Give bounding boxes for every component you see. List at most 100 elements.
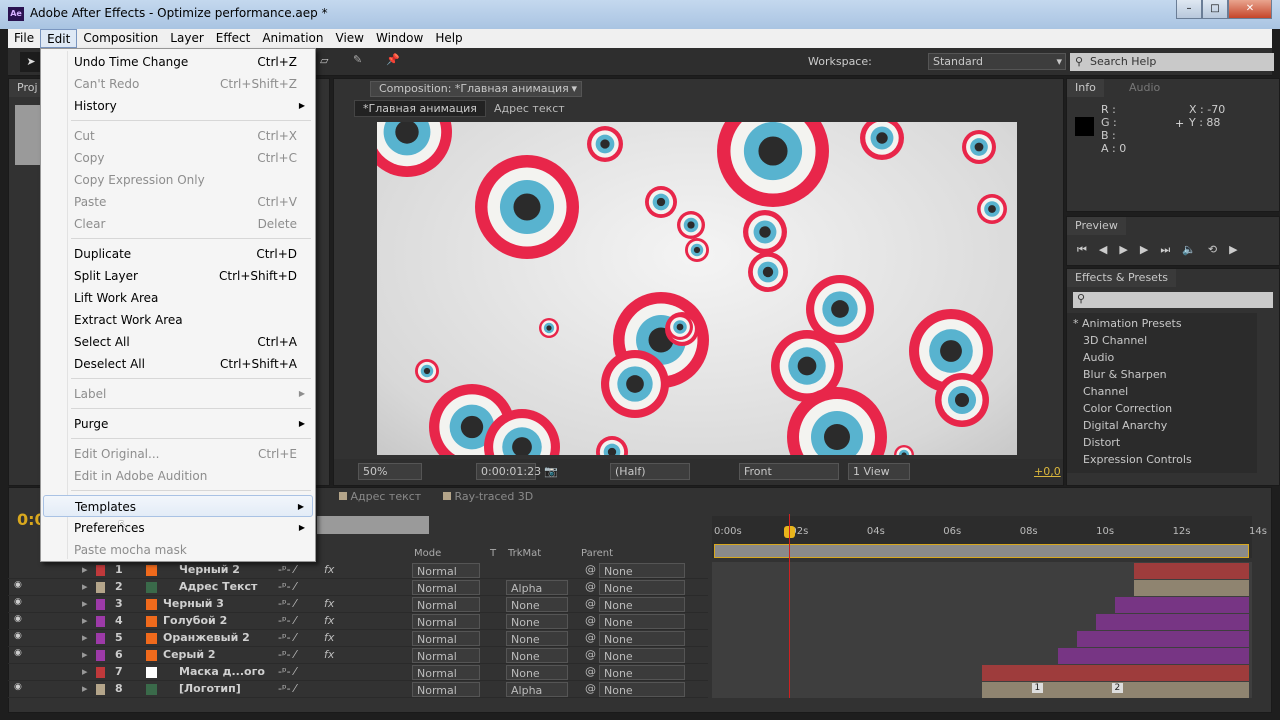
- menu-effect[interactable]: Effect: [210, 29, 257, 48]
- expand-arrow-icon[interactable]: ▸: [82, 648, 88, 661]
- shy-switch-icon[interactable]: -ᵖ- ⁄: [278, 580, 296, 593]
- ram-preview-icon[interactable]: ▶: [1229, 243, 1249, 256]
- effects-category[interactable]: 3D Channel: [1083, 334, 1147, 347]
- menu-item-paste-mocha-mask[interactable]: Paste mocha mask: [43, 539, 313, 561]
- tab-info[interactable]: Info: [1067, 79, 1104, 97]
- view-dropdown[interactable]: Front: [739, 463, 839, 480]
- layer-duration-bar[interactable]: [1096, 614, 1249, 630]
- label-color[interactable]: [96, 667, 105, 678]
- expand-arrow-icon[interactable]: ▸: [82, 563, 88, 576]
- breadcrumb-address[interactable]: Адрес текст: [494, 102, 565, 115]
- mode-dropdown[interactable]: Normal: [412, 614, 480, 629]
- tab-preview[interactable]: Preview: [1067, 217, 1126, 235]
- view-layout-dropdown[interactable]: 1 View: [848, 463, 910, 480]
- trkmat-dropdown[interactable]: None: [506, 631, 568, 646]
- menu-item-purge[interactable]: Purge ▶: [43, 413, 313, 435]
- parent-dropdown[interactable]: None: [599, 665, 685, 680]
- layer-row[interactable]: ◉ ▸ 8 [Логотип] -ᵖ- ⁄ Normal Alpha @ None: [8, 681, 708, 698]
- effects-category[interactable]: Channel: [1083, 385, 1128, 398]
- layer-name[interactable]: Черный 2: [179, 563, 240, 576]
- menu-item-duplicate[interactable]: Duplicate Ctrl+D: [43, 243, 313, 265]
- first-frame-icon[interactable]: ⏮: [1077, 243, 1099, 256]
- label-color[interactable]: [96, 582, 105, 593]
- layer-name[interactable]: Голубой 2: [163, 614, 227, 627]
- shy-switch-icon[interactable]: -ᵖ- ⁄: [278, 682, 296, 695]
- parent-pickwhip-icon[interactable]: @: [585, 648, 596, 661]
- time-ruler[interactable]: 0:00s 02s 04s 06s 08s 10s 12s 14s: [712, 516, 1267, 558]
- visibility-eye-icon[interactable]: ◉: [14, 614, 22, 624]
- current-time-field[interactable]: 0:00:01:23: [476, 463, 541, 480]
- layer-row[interactable]: ▸ 1 Черный 2 -ᵖ- ⁄ fx Normal @ None: [8, 562, 708, 579]
- workspace-dropdown[interactable]: Standard ▾: [928, 53, 1066, 70]
- expand-arrow-icon[interactable]: ▸: [82, 580, 88, 593]
- effects-category[interactable]: * Animation Presets: [1073, 317, 1182, 330]
- trkmat-dropdown[interactable]: None: [506, 614, 568, 629]
- tab-ray-traced-3d[interactable]: Ray-traced 3D: [443, 490, 533, 503]
- menu-item-paste[interactable]: Paste Ctrl+V: [43, 191, 313, 213]
- layer-row[interactable]: ◉ ▸ 6 Серый 2 -ᵖ- ⁄ fx Normal None @ None: [8, 647, 708, 664]
- trkmat-dropdown[interactable]: Alpha: [506, 682, 568, 697]
- label-color[interactable]: [96, 684, 105, 695]
- layer-row[interactable]: ◉ ▸ 2 Адрес Текст -ᵖ- ⁄ Normal Alpha @ None: [8, 579, 708, 596]
- menu-item-can-t-redo[interactable]: Can't Redo Ctrl+Shift+Z: [43, 73, 313, 95]
- layer-duration-bar[interactable]: [1057, 648, 1249, 664]
- layer-duration-bar[interactable]: [1134, 563, 1249, 579]
- eraser-tool-icon[interactable]: ▱: [320, 54, 328, 67]
- label-color[interactable]: [96, 599, 105, 610]
- menu-item-deselect-all[interactable]: Deselect All Ctrl+Shift+A: [43, 353, 313, 375]
- visibility-eye-icon[interactable]: ◉: [14, 682, 22, 692]
- layer-name[interactable]: Маска д...ого: [179, 665, 265, 678]
- effects-category[interactable]: Color Correction: [1083, 402, 1172, 415]
- layer-name[interactable]: Оранжевый 2: [163, 631, 250, 644]
- visibility-eye-icon[interactable]: ◉: [14, 580, 22, 590]
- label-color[interactable]: [96, 633, 105, 644]
- layer-duration-bar[interactable]: [1115, 597, 1249, 613]
- exposure-value[interactable]: +0,0: [1034, 465, 1061, 478]
- expand-arrow-icon[interactable]: ▸: [82, 614, 88, 627]
- parent-dropdown[interactable]: None: [599, 580, 685, 595]
- mode-dropdown[interactable]: Normal: [412, 563, 480, 578]
- label-color[interactable]: [96, 616, 105, 627]
- menu-file[interactable]: File: [8, 29, 40, 48]
- next-frame-icon[interactable]: ▶: [1140, 243, 1160, 256]
- parent-pickwhip-icon[interactable]: @: [585, 665, 596, 678]
- layer-marker[interactable]: 1: [1031, 683, 1044, 693]
- effects-category[interactable]: Digital Anarchy: [1083, 419, 1167, 432]
- composition-viewer[interactable]: [377, 122, 1017, 455]
- parent-pickwhip-icon[interactable]: @: [585, 597, 596, 610]
- menu-composition[interactable]: Composition: [77, 29, 164, 48]
- menu-item-extract-work-area[interactable]: Extract Work Area: [43, 309, 313, 331]
- layer-duration-bar[interactable]: [1077, 631, 1249, 647]
- magnification-dropdown[interactable]: 50%: [358, 463, 422, 480]
- menu-layer[interactable]: Layer: [164, 29, 209, 48]
- snapshot-icon[interactable]: 📷: [544, 465, 558, 478]
- menu-item-edit-in-adobe-audition[interactable]: Edit in Adobe Audition: [43, 465, 313, 487]
- parent-dropdown[interactable]: None: [599, 614, 685, 629]
- current-time-indicator[interactable]: [788, 514, 790, 698]
- work-area-bar[interactable]: [714, 544, 1249, 558]
- parent-pickwhip-icon[interactable]: @: [585, 614, 596, 627]
- mode-dropdown[interactable]: Normal: [412, 597, 480, 612]
- parent-dropdown[interactable]: None: [599, 682, 685, 697]
- parent-pickwhip-icon[interactable]: @: [585, 682, 596, 695]
- menu-item-edit-original-[interactable]: Edit Original... Ctrl+E: [43, 443, 313, 465]
- menu-item-label[interactable]: Label ▶: [43, 383, 313, 405]
- menu-item-lift-work-area[interactable]: Lift Work Area: [43, 287, 313, 309]
- fx-icon[interactable]: fx: [324, 631, 334, 644]
- layer-name[interactable]: Адрес Текст: [179, 580, 257, 593]
- parent-pickwhip-icon[interactable]: @: [585, 563, 596, 576]
- close-button[interactable]: ✕: [1228, 0, 1272, 19]
- shy-switch-icon[interactable]: -ᵖ- ⁄: [278, 665, 296, 678]
- play-icon[interactable]: ▶: [1119, 243, 1139, 256]
- layer-marker[interactable]: 2: [1111, 683, 1124, 693]
- tab-effects-presets[interactable]: Effects & Presets: [1067, 269, 1176, 287]
- shy-switch-icon[interactable]: -ᵖ- ⁄: [278, 614, 296, 627]
- menu-item-templates[interactable]: Templates ▶: [43, 495, 313, 517]
- layer-duration-bar[interactable]: [981, 665, 1249, 681]
- loop-icon[interactable]: ⟲: [1208, 243, 1229, 256]
- expand-arrow-icon[interactable]: ▸: [82, 597, 88, 610]
- menu-item-select-all[interactable]: Select All Ctrl+A: [43, 331, 313, 353]
- layer-name[interactable]: Черный 3: [163, 597, 224, 610]
- mode-dropdown[interactable]: Normal: [412, 631, 480, 646]
- breadcrumb-main[interactable]: *Главная анимация: [354, 100, 486, 117]
